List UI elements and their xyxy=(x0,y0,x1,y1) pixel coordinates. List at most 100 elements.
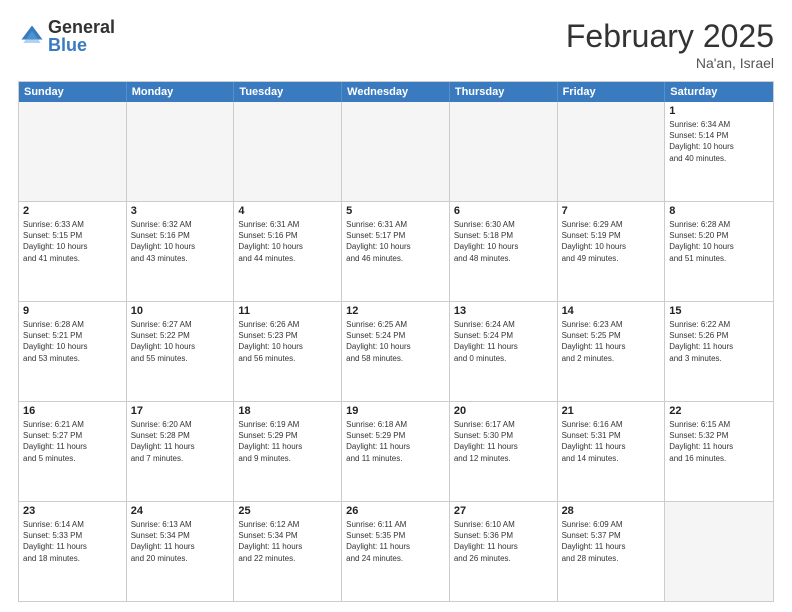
day-info: Sunrise: 6:28 AM Sunset: 5:20 PM Dayligh… xyxy=(669,219,769,264)
day-info: Sunrise: 6:33 AM Sunset: 5:15 PM Dayligh… xyxy=(23,219,122,264)
calendar-header-day: Sunday xyxy=(19,82,127,102)
calendar-day-cell: 8 Sunrise: 6:28 AM Sunset: 5:20 PM Daylig… xyxy=(665,202,773,301)
day-number: 18 xyxy=(238,405,337,417)
calendar-day-cell: 27Sunrise: 6:10 AM Sunset: 5:36 PM Dayli… xyxy=(450,502,558,601)
day-number: 1 xyxy=(669,105,769,117)
day-info: Sunrise: 6:17 AM Sunset: 5:30 PM Dayligh… xyxy=(454,419,553,464)
day-info: Sunrise: 6:30 AM Sunset: 5:18 PM Dayligh… xyxy=(454,219,553,264)
day-info: Sunrise: 6:15 AM Sunset: 5:32 PM Dayligh… xyxy=(669,419,769,464)
calendar-day-cell: 5 Sunrise: 6:31 AM Sunset: 5:17 PM Daylig… xyxy=(342,202,450,301)
day-number: 6 xyxy=(454,205,553,217)
day-number: 24 xyxy=(131,505,230,517)
calendar-day-cell xyxy=(665,502,773,601)
calendar-day-cell xyxy=(342,102,450,201)
calendar-day-cell: 25 Sunrise: 6:12 AM Sunset: 5:34 PM Dayli… xyxy=(234,502,342,601)
calendar-day-cell: 10 Sunrise: 6:27 AM Sunset: 5:22 PM Dayli… xyxy=(127,302,235,401)
logo-icon xyxy=(18,22,46,50)
calendar-day-cell: 22 Sunrise: 6:15 AM Sunset: 5:32 PM Dayli… xyxy=(665,402,773,501)
calendar-day-cell: 15Sunrise: 6:22 AM Sunset: 5:26 PM Dayli… xyxy=(665,302,773,401)
calendar-day-cell: 20Sunrise: 6:17 AM Sunset: 5:30 PM Dayli… xyxy=(450,402,558,501)
calendar-header-day: Wednesday xyxy=(342,82,450,102)
day-info: Sunrise: 6:24 AM Sunset: 5:24 PM Dayligh… xyxy=(454,319,553,364)
calendar-day-cell: 19Sunrise: 6:18 AM Sunset: 5:29 PM Dayli… xyxy=(342,402,450,501)
day-info: Sunrise: 6:32 AM Sunset: 5:16 PM Dayligh… xyxy=(131,219,230,264)
day-number: 25 xyxy=(238,505,337,517)
calendar: SundayMondayTuesdayWednesdayThursdayFrid… xyxy=(18,81,774,602)
day-info: Sunrise: 6:12 AM Sunset: 5:34 PM Dayligh… xyxy=(238,519,337,564)
calendar-day-cell: 23 Sunrise: 6:14 AM Sunset: 5:33 PM Dayli… xyxy=(19,502,127,601)
calendar-day-cell: 9Sunrise: 6:28 AM Sunset: 5:21 PM Daylig… xyxy=(19,302,127,401)
calendar-header-day: Saturday xyxy=(665,82,773,102)
day-number: 17 xyxy=(131,405,230,417)
day-info: Sunrise: 6:09 AM Sunset: 5:37 PM Dayligh… xyxy=(562,519,661,564)
day-number: 15 xyxy=(669,305,769,317)
calendar-day-cell: 3 Sunrise: 6:32 AM Sunset: 5:16 PM Daylig… xyxy=(127,202,235,301)
day-number: 9 xyxy=(23,305,122,317)
day-info: Sunrise: 6:23 AM Sunset: 5:25 PM Dayligh… xyxy=(562,319,661,364)
calendar-header-day: Thursday xyxy=(450,82,558,102)
logo: General Blue xyxy=(18,18,115,54)
day-number: 19 xyxy=(346,405,445,417)
day-info: Sunrise: 6:29 AM Sunset: 5:19 PM Dayligh… xyxy=(562,219,661,264)
calendar-day-cell xyxy=(127,102,235,201)
calendar-week-row: 9Sunrise: 6:28 AM Sunset: 5:21 PM Daylig… xyxy=(19,301,773,401)
calendar-header-day: Monday xyxy=(127,82,235,102)
day-number: 8 xyxy=(669,205,769,217)
day-info: Sunrise: 6:11 AM Sunset: 5:35 PM Dayligh… xyxy=(346,519,445,564)
day-number: 3 xyxy=(131,205,230,217)
calendar-day-cell: 24 Sunrise: 6:13 AM Sunset: 5:34 PM Dayli… xyxy=(127,502,235,601)
calendar-day-cell: 18 Sunrise: 6:19 AM Sunset: 5:29 PM Dayli… xyxy=(234,402,342,501)
day-number: 11 xyxy=(238,305,337,317)
day-info: Sunrise: 6:19 AM Sunset: 5:29 PM Dayligh… xyxy=(238,419,337,464)
calendar-day-cell: 21Sunrise: 6:16 AM Sunset: 5:31 PM Dayli… xyxy=(558,402,666,501)
day-number: 12 xyxy=(346,305,445,317)
logo-blue: Blue xyxy=(48,36,115,54)
day-info: Sunrise: 6:27 AM Sunset: 5:22 PM Dayligh… xyxy=(131,319,230,364)
day-number: 7 xyxy=(562,205,661,217)
day-info: Sunrise: 6:25 AM Sunset: 5:24 PM Dayligh… xyxy=(346,319,445,364)
day-number: 16 xyxy=(23,405,122,417)
calendar-day-cell: 4 Sunrise: 6:31 AM Sunset: 5:16 PM Daylig… xyxy=(234,202,342,301)
day-number: 2 xyxy=(23,205,122,217)
day-info: Sunrise: 6:14 AM Sunset: 5:33 PM Dayligh… xyxy=(23,519,122,564)
day-number: 23 xyxy=(23,505,122,517)
header: General Blue February 2025 Na'an, Israel xyxy=(18,18,774,71)
calendar-day-cell: 6 Sunrise: 6:30 AM Sunset: 5:18 PM Daylig… xyxy=(450,202,558,301)
calendar-body: 1 Sunrise: 6:34 AM Sunset: 5:14 PM Daylig… xyxy=(19,102,773,601)
day-info: Sunrise: 6:31 AM Sunset: 5:16 PM Dayligh… xyxy=(238,219,337,264)
calendar-day-cell: 1 Sunrise: 6:34 AM Sunset: 5:14 PM Daylig… xyxy=(665,102,773,201)
calendar-day-cell: 11 Sunrise: 6:26 AM Sunset: 5:23 PM Dayli… xyxy=(234,302,342,401)
calendar-header-day: Friday xyxy=(558,82,666,102)
day-info: Sunrise: 6:26 AM Sunset: 5:23 PM Dayligh… xyxy=(238,319,337,364)
title-block: February 2025 Na'an, Israel xyxy=(566,18,774,71)
calendar-header-day: Tuesday xyxy=(234,82,342,102)
calendar-day-cell: 2 Sunrise: 6:33 AM Sunset: 5:15 PM Daylig… xyxy=(19,202,127,301)
day-info: Sunrise: 6:20 AM Sunset: 5:28 PM Dayligh… xyxy=(131,419,230,464)
calendar-day-cell: 13 Sunrise: 6:24 AM Sunset: 5:24 PM Dayli… xyxy=(450,302,558,401)
calendar-day-cell: 17 Sunrise: 6:20 AM Sunset: 5:28 PM Dayli… xyxy=(127,402,235,501)
day-number: 22 xyxy=(669,405,769,417)
day-number: 14 xyxy=(562,305,661,317)
day-number: 5 xyxy=(346,205,445,217)
calendar-day-cell: 14 Sunrise: 6:23 AM Sunset: 5:25 PM Dayli… xyxy=(558,302,666,401)
day-info: Sunrise: 6:13 AM Sunset: 5:34 PM Dayligh… xyxy=(131,519,230,564)
calendar-day-cell: 28Sunrise: 6:09 AM Sunset: 5:37 PM Dayli… xyxy=(558,502,666,601)
day-info: Sunrise: 6:10 AM Sunset: 5:36 PM Dayligh… xyxy=(454,519,553,564)
day-number: 10 xyxy=(131,305,230,317)
day-number: 26 xyxy=(346,505,445,517)
calendar-day-cell: 12 Sunrise: 6:25 AM Sunset: 5:24 PM Dayli… xyxy=(342,302,450,401)
calendar-day-cell xyxy=(19,102,127,201)
day-number: 13 xyxy=(454,305,553,317)
calendar-week-row: 1 Sunrise: 6:34 AM Sunset: 5:14 PM Daylig… xyxy=(19,102,773,201)
logo-general: General xyxy=(48,18,115,36)
day-info: Sunrise: 6:34 AM Sunset: 5:14 PM Dayligh… xyxy=(669,119,769,164)
day-number: 4 xyxy=(238,205,337,217)
calendar-day-cell xyxy=(234,102,342,201)
calendar-header: SundayMondayTuesdayWednesdayThursdayFrid… xyxy=(19,82,773,102)
day-info: Sunrise: 6:16 AM Sunset: 5:31 PM Dayligh… xyxy=(562,419,661,464)
calendar-day-cell xyxy=(558,102,666,201)
day-info: Sunrise: 6:31 AM Sunset: 5:17 PM Dayligh… xyxy=(346,219,445,264)
day-info: Sunrise: 6:21 AM Sunset: 5:27 PM Dayligh… xyxy=(23,419,122,464)
page: General Blue February 2025 Na'an, Israel… xyxy=(0,0,792,612)
location: Na'an, Israel xyxy=(566,55,774,71)
